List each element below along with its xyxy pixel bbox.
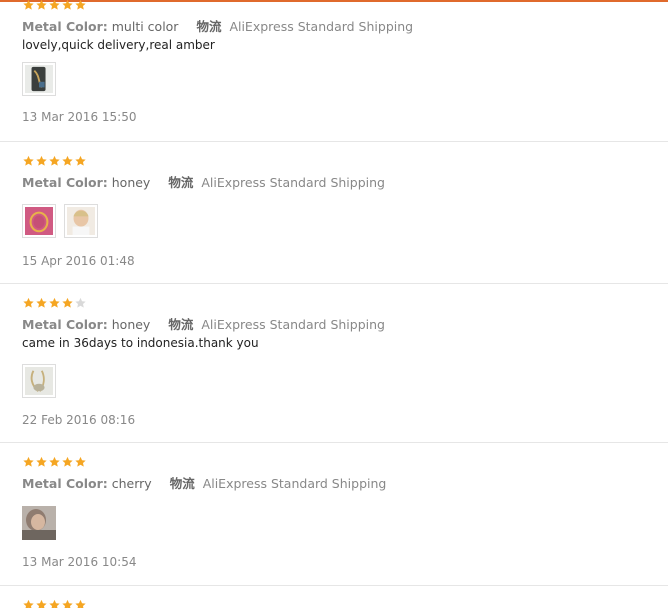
review-meta: Metal Color: cherry 物流 AliExpress Standa… xyxy=(22,473,386,492)
star-filled-icon xyxy=(49,456,60,467)
star-filled-icon xyxy=(49,155,60,166)
star-filled-icon xyxy=(36,0,47,10)
star-filled-icon xyxy=(36,297,47,308)
metal-color-value: multi color xyxy=(111,19,179,34)
star-filled-icon xyxy=(75,456,86,467)
metal-color-value: cherry xyxy=(111,476,152,491)
review-meta: Metal Color: honey 物流 AliExpress Standar… xyxy=(22,172,385,191)
star-filled-icon xyxy=(62,456,73,467)
review-photo-thumbnail[interactable] xyxy=(64,204,98,238)
star-empty-icon xyxy=(75,297,86,308)
photo-dark-necklace-icon xyxy=(25,65,53,93)
star-filled-icon xyxy=(23,456,34,467)
review-item: Metal Color: multi color 物流 AliExpress S… xyxy=(0,0,668,142)
shipping-value: AliExpress Standard Shipping xyxy=(201,175,385,190)
star-filled-icon xyxy=(23,155,34,166)
review-photo-thumbnail[interactable] xyxy=(22,62,56,96)
review-date: 13 Mar 2016 10:54 xyxy=(22,555,137,569)
review-date: 22 Feb 2016 08:16 xyxy=(22,413,136,427)
star-filled-icon xyxy=(75,155,86,166)
rating-stars xyxy=(22,297,87,309)
review-meta: Metal Color: honey 物流 AliExpress Standar… xyxy=(22,314,385,333)
review-photos xyxy=(22,506,56,540)
review-photo-thumbnail[interactable] xyxy=(22,364,56,398)
review-photo-thumbnail[interactable] xyxy=(22,204,56,238)
review-photos xyxy=(22,204,98,238)
metal-color-value: honey xyxy=(111,317,151,332)
review-comment: lovely,quick delivery,real amber xyxy=(22,38,215,52)
review-photo-thumbnail[interactable] xyxy=(22,506,56,540)
metal-color-label: Metal Color: xyxy=(22,19,108,34)
star-filled-icon xyxy=(23,599,34,608)
star-filled-icon xyxy=(62,297,73,308)
shipping-label: 物流 xyxy=(196,19,222,34)
review-photos xyxy=(22,364,56,398)
star-filled-icon xyxy=(62,599,73,608)
star-filled-icon xyxy=(36,155,47,166)
review-item xyxy=(0,586,668,608)
photo-pink-necklace-icon xyxy=(25,207,53,235)
metal-color-label: Metal Color: xyxy=(22,175,108,190)
reviews-page: Metal Color: multi color 物流 AliExpress S… xyxy=(0,0,668,608)
review-item: Metal Color: honey 物流 AliExpress Standar… xyxy=(0,142,668,284)
star-filled-icon xyxy=(49,297,60,308)
rating-stars xyxy=(22,0,87,11)
photo-child-icon xyxy=(22,506,56,540)
star-filled-icon xyxy=(36,456,47,467)
review-item: Metal Color: cherry 物流 AliExpress Standa… xyxy=(0,443,668,586)
star-filled-icon xyxy=(75,0,86,10)
review-meta: Metal Color: multi color 物流 AliExpress S… xyxy=(22,16,413,35)
metal-color-value: honey xyxy=(111,175,151,190)
shipping-label: 物流 xyxy=(169,476,195,491)
rating-stars xyxy=(22,456,87,468)
metal-color-label: Metal Color: xyxy=(22,317,108,332)
star-filled-icon xyxy=(62,0,73,10)
star-filled-icon xyxy=(49,599,60,608)
review-date: 13 Mar 2016 15:50 xyxy=(22,110,137,124)
shipping-value: AliExpress Standard Shipping xyxy=(202,476,387,491)
star-filled-icon xyxy=(23,0,34,10)
review-date: 15 Apr 2016 01:48 xyxy=(22,254,135,268)
star-filled-icon xyxy=(62,155,73,166)
shipping-value: AliExpress Standard Shipping xyxy=(229,19,414,34)
star-filled-icon xyxy=(49,0,60,10)
metal-color-label: Metal Color: xyxy=(22,476,108,491)
photo-baby-icon xyxy=(67,207,95,235)
shipping-value: AliExpress Standard Shipping xyxy=(201,317,385,332)
shipping-label: 物流 xyxy=(168,175,194,190)
review-photos xyxy=(22,62,56,96)
star-filled-icon xyxy=(23,297,34,308)
star-filled-icon xyxy=(36,599,47,608)
rating-stars xyxy=(22,155,87,167)
shipping-label: 物流 xyxy=(168,317,194,332)
photo-necklace-light-icon xyxy=(25,367,53,395)
rating-stars xyxy=(22,599,87,608)
review-item: Metal Color: honey 物流 AliExpress Standar… xyxy=(0,284,668,443)
star-filled-icon xyxy=(75,599,86,608)
review-comment: came in 36days to indonesia.thank you xyxy=(22,336,259,350)
